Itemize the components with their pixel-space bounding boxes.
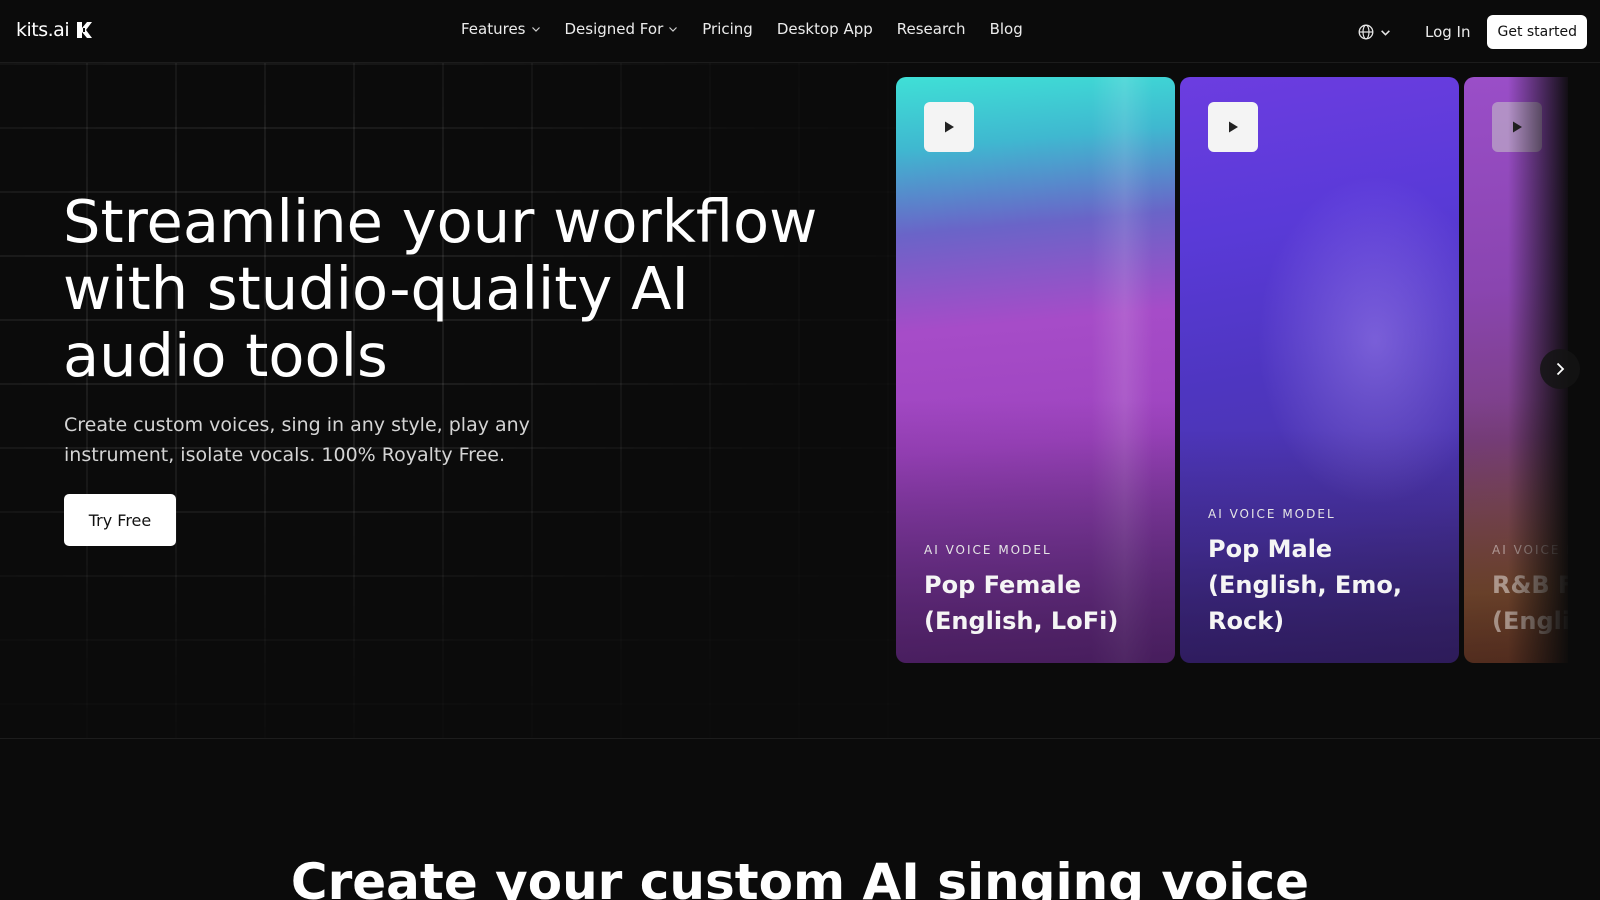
chevron-down-icon [531,27,540,32]
play-icon [945,121,954,133]
nav-item-blog[interactable]: Blog [990,20,1023,38]
nav-item-label: Features [461,20,526,38]
voice-model-carousel: AI VOICE MODEL Pop Female (English, LoFi… [896,77,1568,663]
chevron-right-icon [1556,362,1565,376]
nav-item-research[interactable]: Research [897,20,966,38]
nav-item-label: Designed For [564,20,664,38]
card-kicker: AI VOICE MODEL [1492,543,1568,557]
nav-item-label: Desktop App [776,20,873,38]
voice-card[interactable]: AI VOICE MODEL Pop Female (English, LoFi… [896,77,1175,663]
nav-item-label: Pricing [702,20,753,38]
card-kicker: AI VOICE MODEL [1208,507,1336,521]
play-icon [1513,121,1522,133]
nav-right: Log In Get started [1358,15,1587,49]
get-started-button[interactable]: Get started [1487,15,1587,49]
play-button[interactable] [924,102,974,152]
globe-icon [1358,24,1374,40]
nav-item-desktop-app[interactable]: Desktop App [777,20,873,38]
play-button[interactable] [1492,102,1542,152]
hero-title: Streamline your workflow with studio-qua… [63,187,818,390]
card-kicker: AI VOICE MODEL [924,543,1052,557]
card-title: Pop Male (English, Emo, Rock) [1208,535,1402,635]
voice-card[interactable]: AI VOICE MODEL Pop Male (English, Emo, R… [1180,77,1459,663]
carousel-next-button[interactable] [1540,349,1580,389]
logo-text: kits.ai [16,19,70,41]
login-link[interactable]: Log In [1425,23,1471,41]
nav-item-pricing[interactable]: Pricing [702,20,753,38]
play-icon [1229,121,1238,133]
try-free-button[interactable]: Try Free [64,494,176,546]
section-divider [0,738,1600,739]
chevron-down-icon [1381,29,1390,36]
card-title: R&B Female (English [1492,571,1568,635]
nav-links: Features Designed For Pricing Desktop Ap… [461,20,1023,38]
nav-item-designed-for[interactable]: Designed For [565,20,679,38]
nav-item-label: Research [896,20,966,38]
nav-item-features[interactable]: Features [461,20,541,38]
card-title: Pop Female (English, LoFi) [924,571,1119,635]
nav-item-label: Blog [989,20,1023,38]
page: kits.ai Features Designed For Pricing De… [0,0,1600,900]
hero-subtitle: Create custom voices, sing in any style,… [64,414,530,466]
grid-background [0,63,900,738]
top-nav: kits.ai Features Designed For Pricing De… [0,0,1600,63]
section-title: Create your custom AI singing voice [290,853,1310,900]
play-button[interactable] [1208,102,1258,152]
language-selector[interactable] [1358,24,1391,40]
chevron-down-icon [669,27,678,32]
logo[interactable]: kits.ai [16,19,94,41]
logo-mark-icon [77,22,93,38]
